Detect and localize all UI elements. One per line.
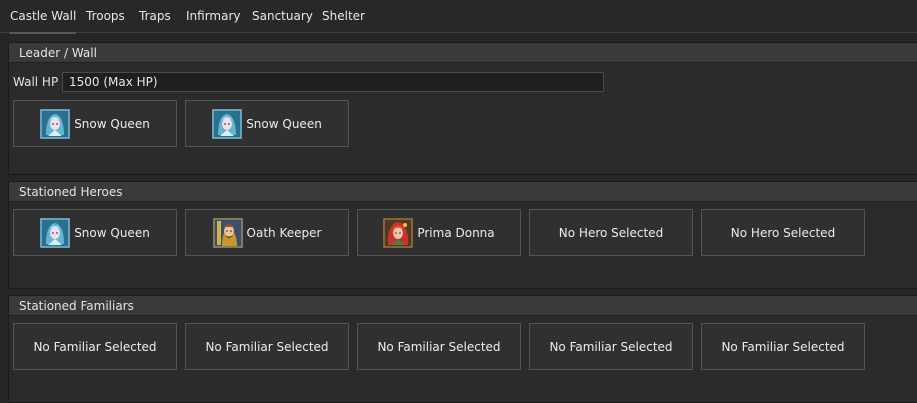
familiar-slot-2-label: No Familiar Selected bbox=[205, 339, 329, 354]
wall-slot[interactable]: Snow Queen bbox=[185, 100, 349, 147]
hero-slot-2[interactable]: Oath Keeper bbox=[185, 209, 349, 256]
familiar-slot-3[interactable]: No Familiar Selected bbox=[357, 323, 521, 370]
tab-bar: Castle Wall Troops Traps Infirmary Sanct… bbox=[0, 0, 917, 34]
wall-hp-label: Wall HP bbox=[13, 75, 59, 89]
stationed-familiars-section: Stationed Familiars No Familiar Selected… bbox=[8, 295, 917, 403]
wall-hp-field[interactable] bbox=[62, 72, 604, 92]
leader-slot[interactable]: Snow Queen bbox=[13, 100, 177, 147]
familiar-slot-4[interactable]: No Familiar Selected bbox=[529, 323, 693, 370]
tab-traps[interactable]: Traps bbox=[139, 0, 171, 32]
oath-keeper-portrait-icon bbox=[212, 217, 243, 248]
familiar-slot-1[interactable]: No Familiar Selected bbox=[13, 323, 177, 370]
familiar-slot-3-label: No Familiar Selected bbox=[377, 339, 501, 354]
tab-shelter[interactable]: Shelter bbox=[322, 0, 365, 32]
leader-wall-section: Leader / Wall Wall HP Snow Queen bbox=[8, 42, 917, 175]
stationed-familiars-header: Stationed Familiars bbox=[9, 296, 917, 316]
stationed-heroes-section: Stationed Heroes Snow Queen Oath Keeper … bbox=[8, 181, 917, 289]
hero-slot-1[interactable]: Snow Queen bbox=[13, 209, 177, 256]
hero-slot-5-label: No Hero Selected bbox=[730, 225, 836, 240]
hero-slot-3[interactable]: Prima Donna bbox=[357, 209, 521, 256]
hero-slot-5[interactable]: No Hero Selected bbox=[701, 209, 865, 256]
hero-slot-2-label: Oath Keeper bbox=[246, 225, 322, 240]
tab-sanctuary[interactable]: Sanctuary bbox=[252, 0, 313, 32]
stationed-heroes-header: Stationed Heroes bbox=[9, 182, 917, 202]
familiar-slot-1-label: No Familiar Selected bbox=[33, 339, 157, 354]
castle-wall-pane: Leader / Wall Wall HP Snow Queen bbox=[0, 37, 917, 403]
leader-slot-label: Snow Queen bbox=[74, 116, 150, 131]
snow-queen-portrait-icon bbox=[40, 108, 71, 139]
tab-infirmary[interactable]: Infirmary bbox=[186, 0, 241, 32]
hero-slot-1-label: Snow Queen bbox=[74, 225, 150, 240]
snow-queen-portrait-icon bbox=[212, 108, 243, 139]
leader-wall-header: Leader / Wall bbox=[9, 43, 917, 63]
hero-slot-4[interactable]: No Hero Selected bbox=[529, 209, 693, 256]
wall-slot-label: Snow Queen bbox=[246, 116, 322, 131]
familiar-slot-5[interactable]: No Familiar Selected bbox=[701, 323, 865, 370]
tab-troops[interactable]: Troops bbox=[86, 0, 125, 32]
tab-castle-wall[interactable]: Castle Wall bbox=[10, 0, 77, 34]
hero-slot-4-label: No Hero Selected bbox=[558, 225, 664, 240]
familiar-slot-2[interactable]: No Familiar Selected bbox=[185, 323, 349, 370]
prima-donna-portrait-icon bbox=[383, 217, 414, 248]
snow-queen-portrait-icon bbox=[40, 217, 71, 248]
familiar-slot-4-label: No Familiar Selected bbox=[549, 339, 673, 354]
familiar-slot-5-label: No Familiar Selected bbox=[721, 339, 845, 354]
hero-slot-3-label: Prima Donna bbox=[417, 225, 495, 240]
